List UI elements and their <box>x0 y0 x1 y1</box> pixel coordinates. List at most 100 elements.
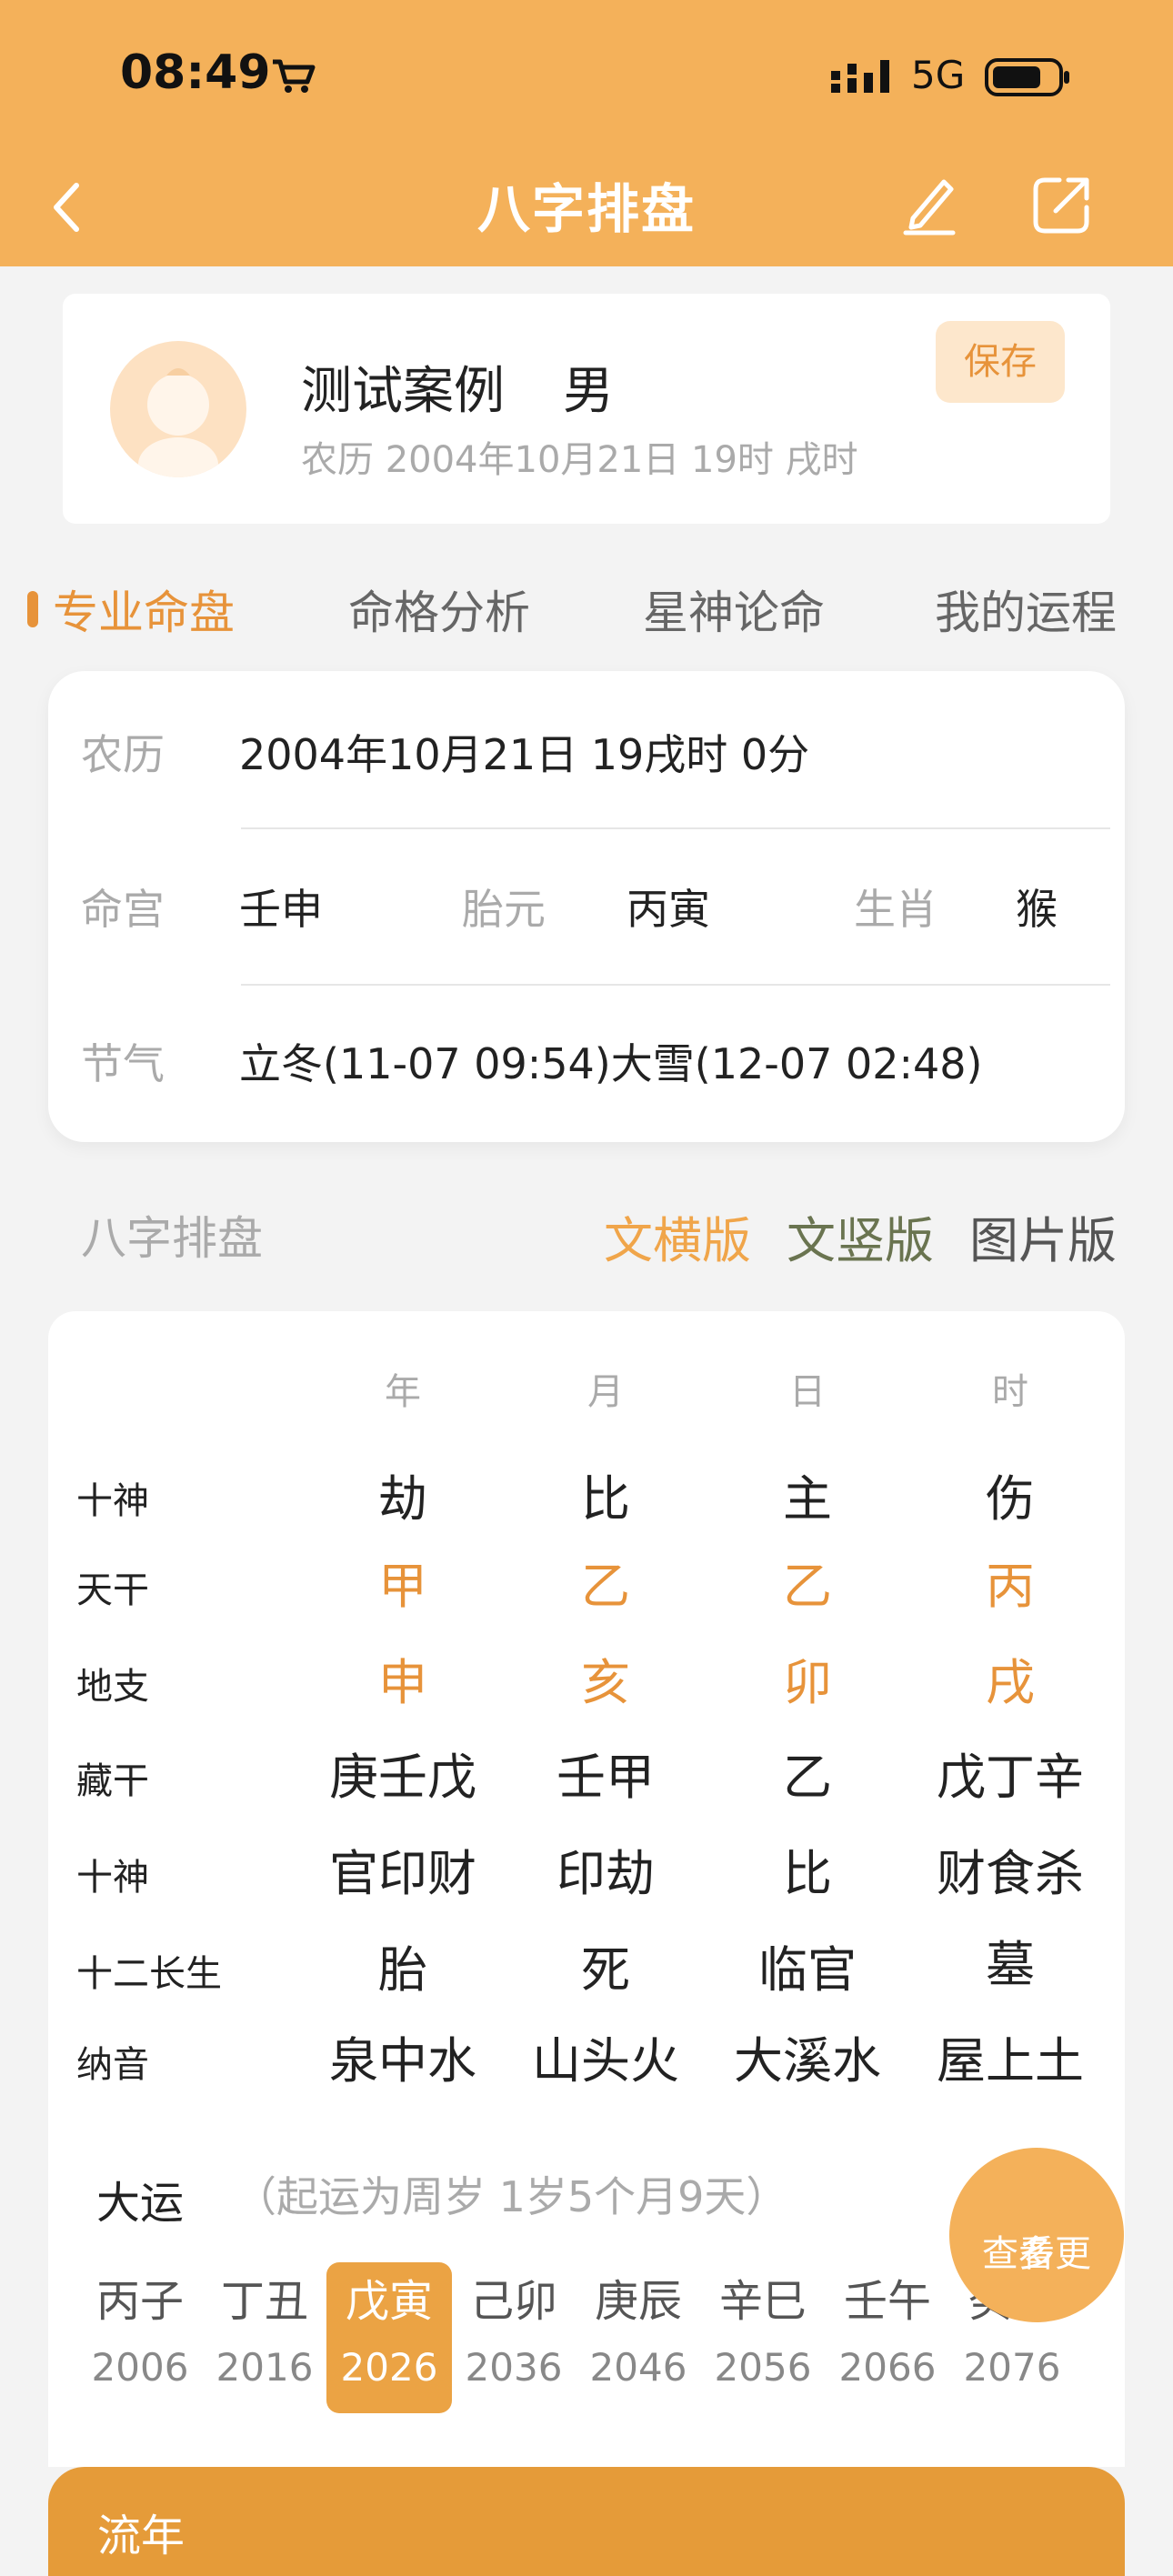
section-title: 八字排盘 <box>81 1212 263 1265</box>
lunar-label: 农历 <box>81 730 165 779</box>
dayun-ganzhi: 壬午 <box>843 2276 931 2327</box>
column-header-month: 月 <box>587 1371 624 1413</box>
tab-my-fortune[interactable]: 我的运程 <box>935 576 1117 642</box>
table-cell: 戊丁辛 <box>937 1749 1084 1806</box>
table-cell: 比 <box>783 1845 832 1902</box>
save-button[interactable]: 保存 <box>936 321 1065 403</box>
active-tab-indicator <box>27 591 38 627</box>
profile-birth-date: 农历 2004年10月21日 19时 戌时 <box>301 439 858 481</box>
column-header-day: 日 <box>789 1371 826 1413</box>
table-cell: 丙 <box>986 1558 1035 1615</box>
table-cell: 劫 <box>378 1470 427 1528</box>
edit-pen-icon[interactable] <box>900 173 958 240</box>
dayun-ganzhi: 己卯 <box>469 2276 557 2327</box>
shengxiao-value: 猴 <box>1016 885 1058 934</box>
dayun-item[interactable]: 辛巳 2056 <box>700 2262 826 2395</box>
tab-star-analysis[interactable]: 星神论命 <box>643 576 825 642</box>
table-cell: 墓 <box>986 1936 1035 1993</box>
dayun-ganzhi: 辛巳 <box>718 2276 807 2327</box>
profile-name: 测试案例男 <box>301 350 614 424</box>
view-horizontal-option[interactable]: 文横版 <box>604 1200 751 1272</box>
dayun-ganzhi: 丙子 <box>95 2276 184 2327</box>
selected-dayun-notch <box>375 2414 427 2467</box>
minggong-value: 壬申 <box>239 885 323 934</box>
table-cell: 乙 <box>783 1749 832 1806</box>
row-label-dizhi: 地支 <box>76 1666 149 1708</box>
cart-icon <box>271 58 316 98</box>
liunian-title: 流年 <box>97 2511 185 2561</box>
dayun-item[interactable]: 壬午 2066 <box>825 2262 950 2395</box>
table-cell: 甲 <box>378 1558 427 1615</box>
table-cell: 泉中水 <box>329 2032 476 2090</box>
dayun-year: 2036 <box>465 2345 563 2390</box>
row-label-tiangan: 天干 <box>76 1569 149 1611</box>
dayun-year: 2026 <box>340 2345 438 2390</box>
view-image-option[interactable]: 图片版 <box>969 1200 1117 1272</box>
table-cell: 印劫 <box>556 1845 655 1902</box>
header-bar: 08:49 5G 八字排盘 <box>0 0 1173 266</box>
dayun-year: 2076 <box>963 2345 1061 2390</box>
dayun-year: 2066 <box>838 2345 937 2390</box>
column-header-year: 年 <box>385 1371 421 1413</box>
avatar <box>110 341 246 477</box>
page-title: 八字排盘 <box>476 178 696 240</box>
dayun-item[interactable]: 庚辰 2046 <box>576 2262 701 2395</box>
table-cell: 庚壬戊 <box>329 1749 476 1806</box>
dayun-ganzhi: 丁丑 <box>220 2276 308 2327</box>
taiyuan-value: 丙寅 <box>627 885 710 934</box>
table-cell: 乙 <box>783 1558 832 1615</box>
lunar-value: 2004年10月21日 19戌时 0分 <box>239 730 810 779</box>
row-label-nayin: 纳音 <box>76 2044 149 2086</box>
table-cell: 卯 <box>783 1654 832 1711</box>
bazi-section-header: 八字排盘 文横版 文竖版 图片版 <box>0 1193 1173 1269</box>
row-label-shishen-2: 十神 <box>76 1857 149 1899</box>
signal-icon <box>829 58 895 98</box>
table-cell: 大溪水 <box>734 2032 881 2090</box>
tab-bar: 专业命盘 命格分析 星神论命 我的运程 <box>0 566 1173 647</box>
table-cell: 官印财 <box>329 1845 476 1902</box>
dayun-year: 2046 <box>589 2345 687 2390</box>
bazi-table: 年 月 日 时 十神 劫 比 主 伤 天干 甲 乙 乙 丙 地支 申 亥 卯 戌… <box>48 1311 1125 2140</box>
row-label-canggan: 藏干 <box>76 1760 149 1802</box>
table-cell: 山头火 <box>532 2032 679 2090</box>
profile-name-text: 测试案例 <box>301 362 505 421</box>
table-cell: 财食杀 <box>937 1845 1084 1902</box>
view-more-button[interactable]: 查看更多 <box>949 2148 1124 2322</box>
network-label: 5G <box>911 53 966 97</box>
row-label-changsheng: 十二长生 <box>76 1953 222 1995</box>
minggong-label: 命宫 <box>81 885 165 934</box>
jieqi-value: 立冬(11-07 09:54)大雪(12-07 02:48) <box>239 1039 983 1088</box>
jieqi-label: 节气 <box>81 1039 165 1088</box>
share-icon[interactable] <box>1030 173 1094 240</box>
dayun-year: 2006 <box>91 2345 189 2390</box>
dayun-start-note: （起运为周岁 1岁5个月9天） <box>235 2172 788 2221</box>
dayun-ganzhi: 庚辰 <box>594 2276 682 2327</box>
status-time: 08:49 <box>120 45 271 100</box>
dayun-ganzhi: 戊寅 <box>345 2276 433 2327</box>
column-header-hour: 时 <box>992 1371 1028 1413</box>
dayun-year: 2016 <box>216 2345 314 2390</box>
table-cell: 申 <box>378 1654 427 1711</box>
dayun-item[interactable]: 丁丑 2016 <box>202 2262 327 2395</box>
table-cell: 乙 <box>581 1558 630 1615</box>
view-vertical-option[interactable]: 文竖版 <box>787 1200 934 1272</box>
tab-professional-chart[interactable]: 专业命盘 <box>53 576 235 642</box>
dayun-item[interactable]: 己卯 2036 <box>451 2262 576 2395</box>
profile-gender: 男 <box>563 362 614 421</box>
divider <box>241 827 1110 829</box>
basic-info-card: 农历 2004年10月21日 19戌时 0分 命宫 壬申 胎元 丙寅 生肖 猴 … <box>48 671 1125 1142</box>
liunian-panel: 流年 <box>48 2467 1125 2576</box>
table-cell: 屋上土 <box>937 2032 1084 2090</box>
dayun-item[interactable]: 丙子 2006 <box>77 2262 203 2395</box>
row-label-shishen: 十神 <box>76 1480 149 1522</box>
table-cell: 死 <box>581 1941 630 1999</box>
table-cell: 比 <box>581 1470 630 1528</box>
table-cell: 戌 <box>986 1654 1035 1711</box>
tab-pattern-analysis[interactable]: 命格分析 <box>348 576 530 642</box>
table-cell: 临官 <box>758 1941 857 1999</box>
dayun-year: 2056 <box>714 2345 812 2390</box>
battery-icon <box>985 56 1072 102</box>
table-cell: 亥 <box>581 1654 630 1711</box>
table-cell: 主 <box>783 1470 832 1528</box>
dayun-item-selected[interactable]: 戊寅 2026 <box>326 2262 452 2413</box>
